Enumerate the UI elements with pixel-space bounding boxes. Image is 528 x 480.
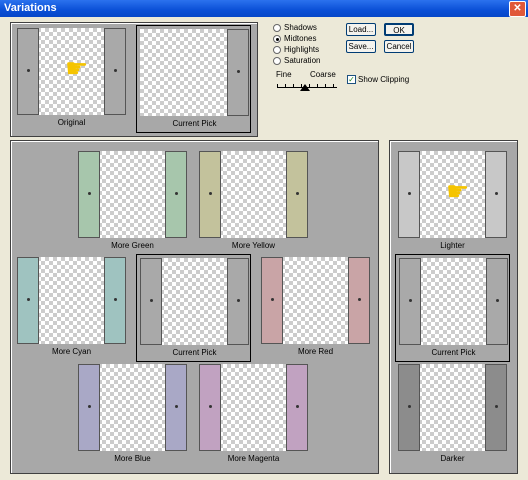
door-image <box>165 364 187 451</box>
original-thumbnail[interactable]: ☛ Original <box>14 25 129 133</box>
more-blue-label: More Blue <box>114 454 151 463</box>
thumbnail-image <box>140 29 249 116</box>
radio-button[interactable] <box>273 45 281 54</box>
more-yellow-label: More Yellow <box>231 241 276 250</box>
door-image <box>17 28 39 115</box>
hand-pointer-icon: ☛ <box>65 53 89 83</box>
more-magenta-thumbnail[interactable]: More Magenta <box>196 361 311 469</box>
color-variations-panel: More Green More Yellow More Cyan Current… <box>10 140 379 474</box>
door-image <box>398 364 420 451</box>
more-blue-thumbnail[interactable]: More Blue <box>75 361 190 469</box>
radio-midtones[interactable]: Midtones <box>273 33 316 44</box>
radio-label: Highlights <box>284 45 320 54</box>
door-image <box>140 258 162 345</box>
door-image <box>261 257 283 344</box>
door-image <box>104 28 126 115</box>
door-image <box>17 257 39 344</box>
more-red-thumbnail[interactable]: More Red <box>258 254 373 362</box>
thumbnail-image <box>199 364 308 451</box>
door-image <box>286 151 308 238</box>
fine-coarse-slider[interactable] <box>277 82 337 92</box>
fine-label: Fine <box>276 70 292 79</box>
more-magenta-label: More Magenta <box>227 454 280 463</box>
current-pick-label: Current Pick <box>172 119 217 128</box>
thumbnail-image <box>199 151 308 238</box>
cancel-button[interactable]: Cancel <box>384 40 414 53</box>
thumbnail-image <box>140 258 249 345</box>
ok-button[interactable]: OK <box>384 23 414 36</box>
door-image <box>398 151 420 238</box>
original-current-panel: ☛ Original Current Pick <box>10 22 258 137</box>
lighter-thumbnail[interactable]: ☛ Lighter <box>395 148 510 256</box>
thumbnail-image <box>261 257 370 344</box>
door-image <box>199 364 221 451</box>
thumbnail-image <box>78 364 187 451</box>
door-image <box>104 257 126 344</box>
coarse-label: Coarse <box>310 70 336 79</box>
door-image <box>78 364 100 451</box>
more-green-thumbnail[interactable]: More Green <box>75 148 190 256</box>
brightness-panel: ☛ Lighter Current Pick Darker <box>389 140 518 474</box>
door-image <box>78 151 100 238</box>
door-image <box>227 29 249 116</box>
radio-button[interactable] <box>273 56 281 65</box>
more-cyan-label: More Cyan <box>51 347 92 356</box>
radio-button[interactable] <box>273 23 281 32</box>
radio-shadows[interactable]: Shadows <box>273 22 317 33</box>
window-title: Variations <box>4 2 57 14</box>
show-clipping-label: Show Clipping <box>358 75 410 84</box>
current-pick-brightness-thumbnail[interactable]: Current Pick <box>395 254 510 362</box>
radio-label: Saturation <box>284 56 321 65</box>
radio-highlights[interactable]: Highlights <box>273 44 319 55</box>
current-pick-color-thumbnail[interactable]: Current Pick <box>136 254 251 362</box>
current-pick-brightness-label: Current Pick <box>431 348 476 357</box>
radio-label: Midtones <box>284 34 317 43</box>
current-pick-color-label: Current Pick <box>172 348 217 357</box>
door-image <box>199 151 221 238</box>
thumbnail-image <box>398 364 507 451</box>
original-label: Original <box>57 118 86 127</box>
door-image <box>486 258 508 345</box>
door-image <box>485 364 507 451</box>
save-button[interactable]: Save... <box>346 40 376 53</box>
radio-button[interactable] <box>273 34 281 43</box>
thumbnail-image <box>78 151 187 238</box>
more-green-label: More Green <box>111 241 154 250</box>
thumbnail-image <box>17 257 126 344</box>
load-button[interactable]: Load... <box>346 23 376 36</box>
thumbnail-image <box>399 258 508 345</box>
more-red-label: More Red <box>297 347 334 356</box>
more-yellow-thumbnail[interactable]: More Yellow <box>196 148 311 256</box>
title-bar[interactable]: Variations ✕ <box>0 0 528 17</box>
darker-label: Darker <box>440 454 465 463</box>
radio-label: Shadows <box>284 23 317 32</box>
hand-pointer-icon: ☛ <box>446 176 470 206</box>
darker-thumbnail[interactable]: Darker <box>395 361 510 469</box>
door-image <box>165 151 187 238</box>
door-image <box>227 258 249 345</box>
current-pick-thumbnail[interactable]: Current Pick <box>136 25 251 133</box>
door-image <box>399 258 421 345</box>
door-image <box>348 257 370 344</box>
show-clipping-checkbox[interactable]: ✓ <box>347 75 356 84</box>
slider-thumb-icon[interactable] <box>300 84 310 91</box>
door-image <box>286 364 308 451</box>
more-cyan-thumbnail[interactable]: More Cyan <box>14 254 129 362</box>
lighter-label: Lighter <box>440 241 465 250</box>
radio-saturation[interactable]: Saturation <box>273 55 320 66</box>
close-button[interactable]: ✕ <box>509 1 526 17</box>
door-image <box>485 151 507 238</box>
thumbnail-image: ☛ <box>17 28 126 115</box>
thumbnail-image: ☛ <box>398 151 507 238</box>
